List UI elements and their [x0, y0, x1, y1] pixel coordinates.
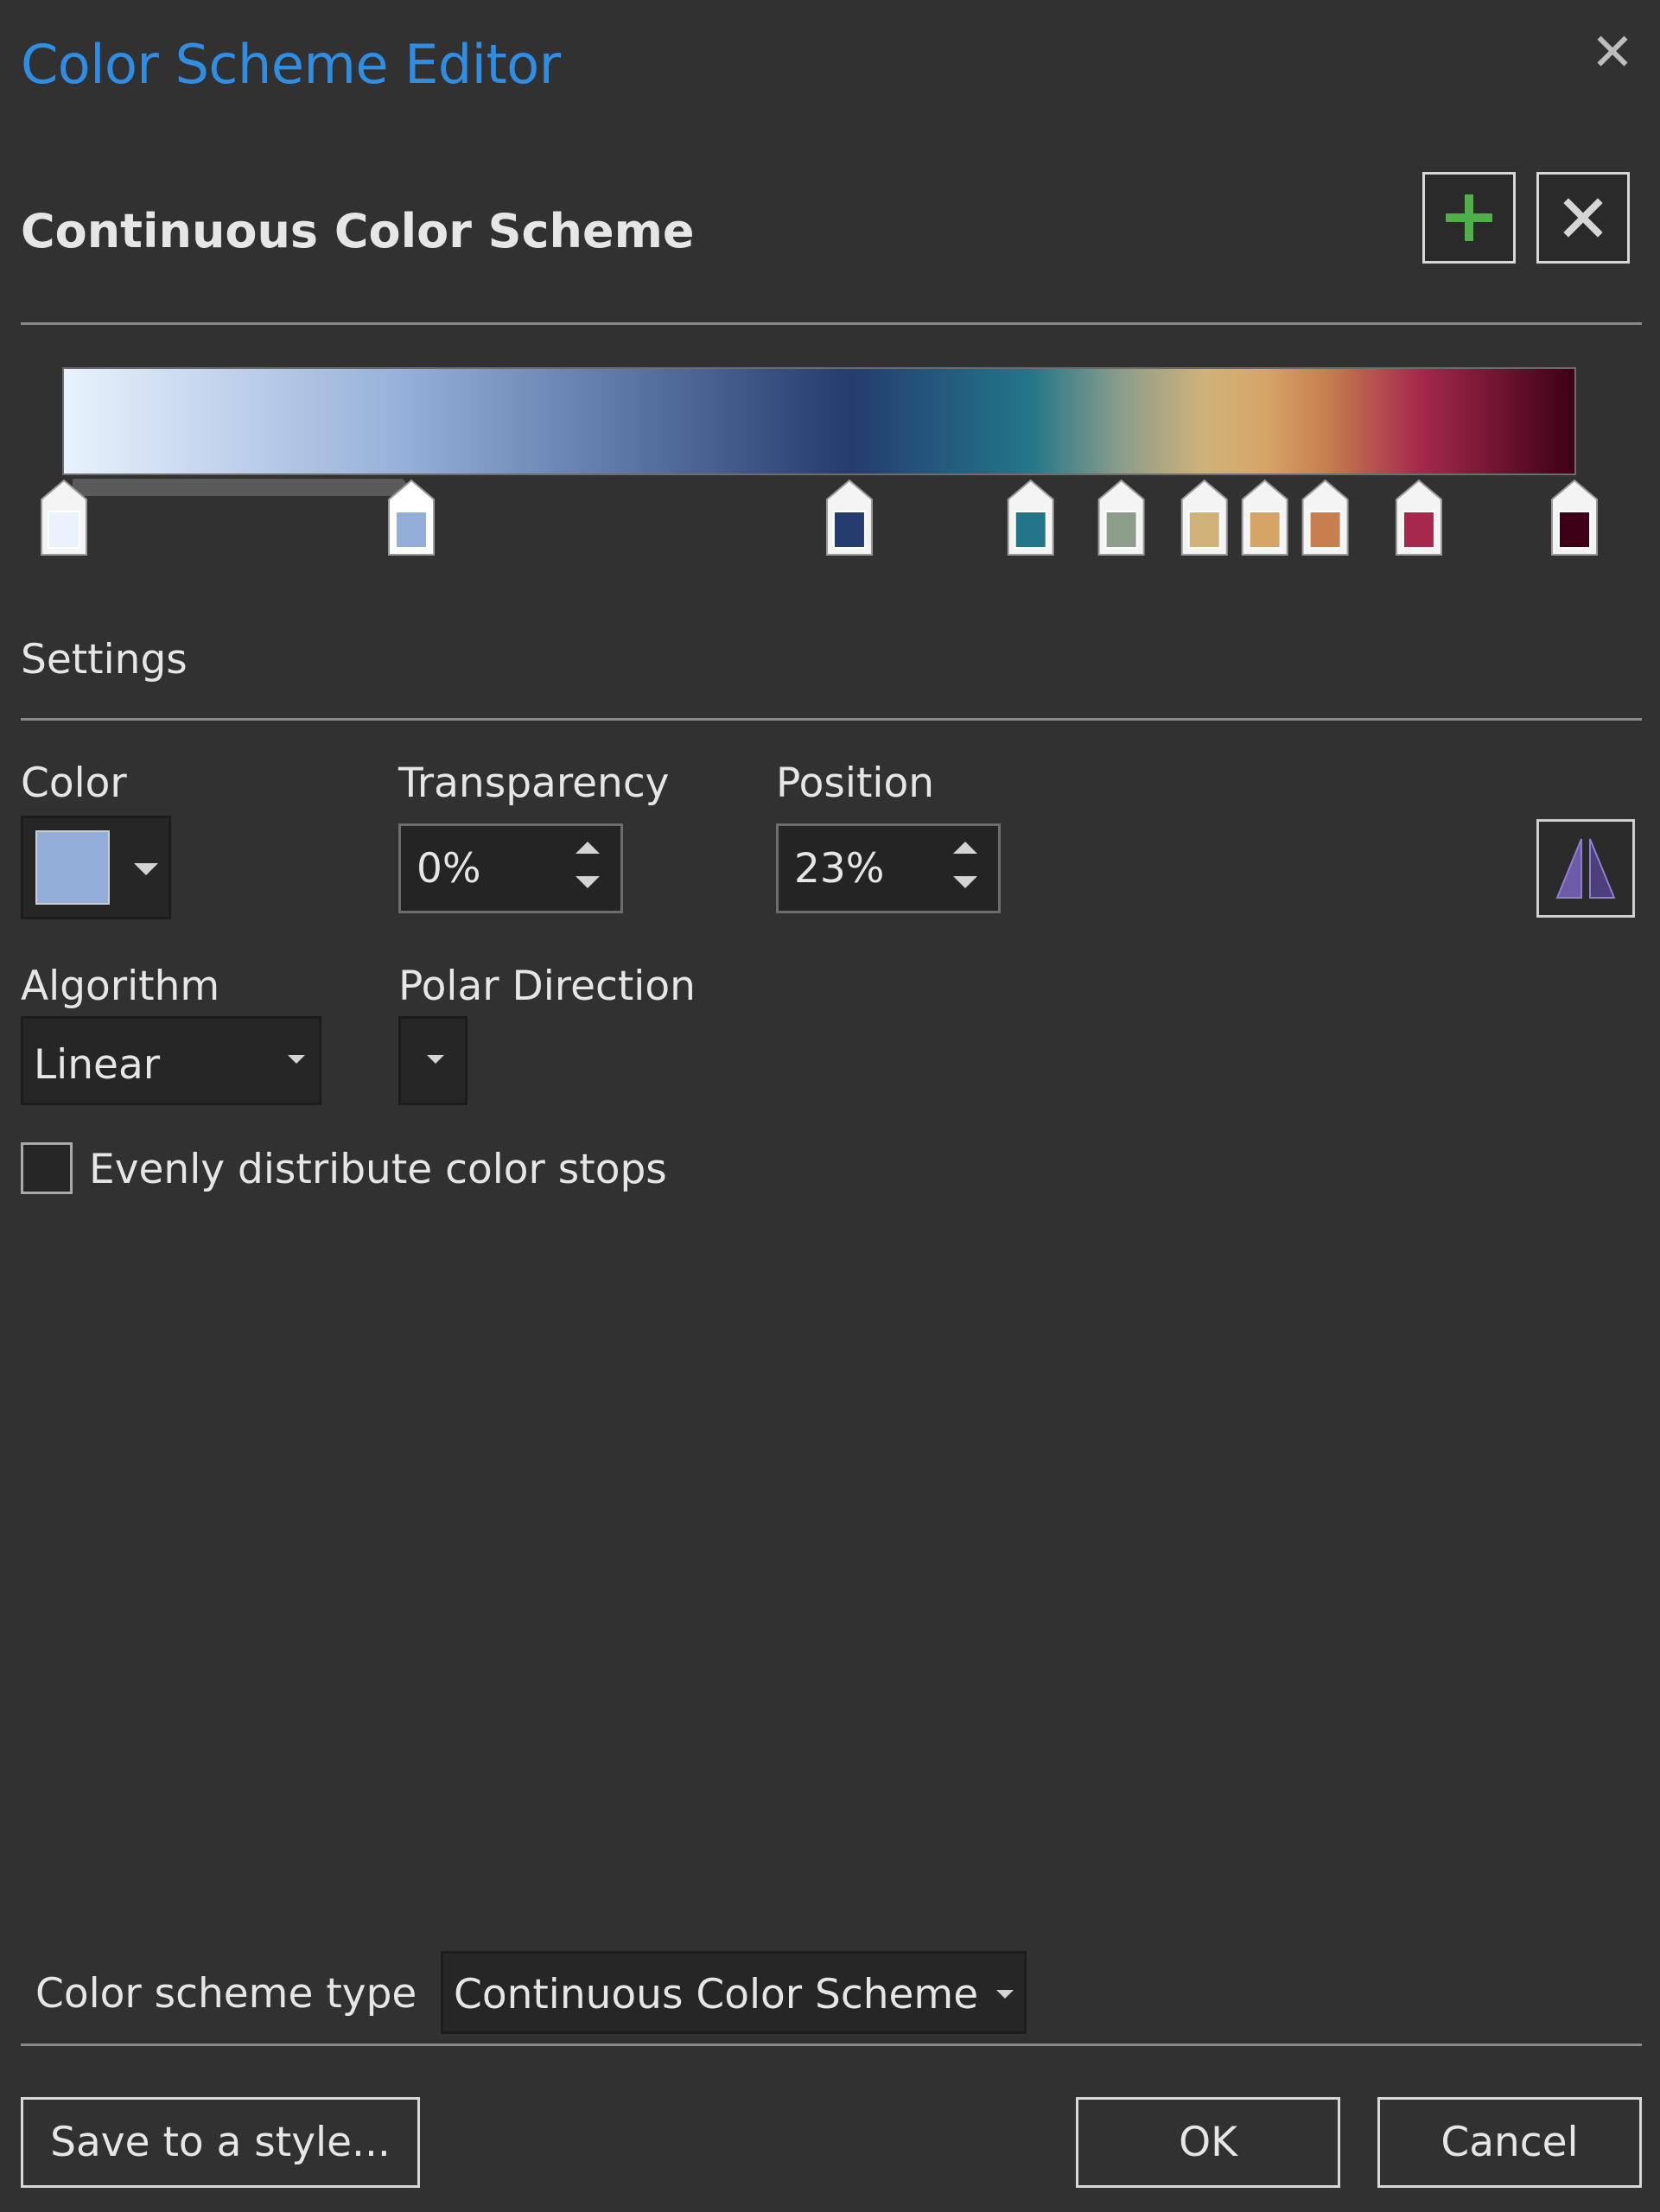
plus-icon — [1446, 194, 1492, 241]
scheme-heading: Continuous Color Scheme — [21, 204, 695, 258]
evenly-distribute-label[interactable]: Evenly distribute color stops — [89, 1144, 667, 1196]
divider — [21, 322, 1642, 325]
transparency-stepper[interactable]: 0% — [398, 823, 623, 913]
color-stop-marker[interactable] — [1551, 479, 1598, 556]
color-label: Color — [21, 760, 127, 807]
color-ramp-preview — [62, 367, 1576, 475]
polar-direction-select[interactable] — [398, 1016, 467, 1105]
color-scheme-type-label: Color scheme type — [35, 1970, 417, 2018]
color-picker-dropdown[interactable] — [21, 816, 171, 919]
flip-colors-button[interactable] — [1536, 819, 1635, 918]
save-to-style-button[interactable]: Save to a style... — [21, 2097, 420, 2188]
color-stops-track[interactable] — [0, 474, 1660, 560]
chevron-down-icon — [134, 863, 158, 875]
color-stop-marker[interactable] — [1097, 479, 1145, 556]
transparency-value: 0% — [417, 845, 481, 893]
algorithm-select[interactable]: Linear — [21, 1016, 321, 1105]
spin-arrows[interactable] — [948, 838, 983, 900]
color-stop-marker[interactable] — [1241, 479, 1288, 556]
arrow-down-icon[interactable] — [953, 876, 977, 888]
color-swatch — [35, 830, 110, 905]
color-stop-marker[interactable] — [1395, 479, 1442, 556]
color-stop-marker[interactable] — [1007, 479, 1054, 556]
ok-button[interactable]: OK — [1076, 2097, 1340, 2188]
arrow-up-icon[interactable] — [953, 842, 977, 854]
spin-arrows[interactable] — [570, 838, 605, 900]
position-stepper[interactable]: 23% — [776, 823, 1001, 913]
arrow-down-icon[interactable] — [576, 876, 600, 888]
divider — [21, 2044, 1642, 2046]
algorithm-value: Linear — [34, 1041, 161, 1089]
chevron-down-icon — [996, 1990, 1014, 1999]
remove-stop-button[interactable] — [1536, 172, 1630, 264]
position-value: 23% — [794, 845, 885, 893]
settings-heading: Settings — [21, 636, 188, 683]
chevron-down-icon — [288, 1055, 305, 1064]
selected-range-indicator — [73, 479, 414, 496]
dialog-title: Color Scheme Editor — [21, 33, 561, 96]
color-scheme-type-value: Continuous Color Scheme — [454, 1971, 979, 2018]
arrow-up-icon[interactable] — [576, 842, 600, 854]
evenly-distribute-checkbox[interactable] — [21, 1142, 73, 1194]
x-icon — [1563, 198, 1603, 238]
polar-direction-label: Polar Direction — [398, 963, 696, 1010]
color-scheme-type-select[interactable]: Continuous Color Scheme — [441, 1951, 1027, 2034]
position-label: Position — [776, 760, 934, 807]
close-icon[interactable]: ✕ — [1588, 22, 1637, 83]
add-stop-button[interactable] — [1422, 172, 1516, 264]
algorithm-label: Algorithm — [21, 963, 220, 1010]
color-stop-marker[interactable] — [825, 479, 873, 556]
color-stop-marker[interactable] — [1301, 479, 1349, 556]
chevron-down-icon — [427, 1055, 444, 1064]
divider — [21, 718, 1642, 721]
flip-icon — [1555, 838, 1616, 899]
color-stop-marker[interactable] — [1180, 479, 1228, 556]
cancel-button[interactable]: Cancel — [1377, 2097, 1642, 2188]
transparency-label: Transparency — [398, 760, 670, 807]
